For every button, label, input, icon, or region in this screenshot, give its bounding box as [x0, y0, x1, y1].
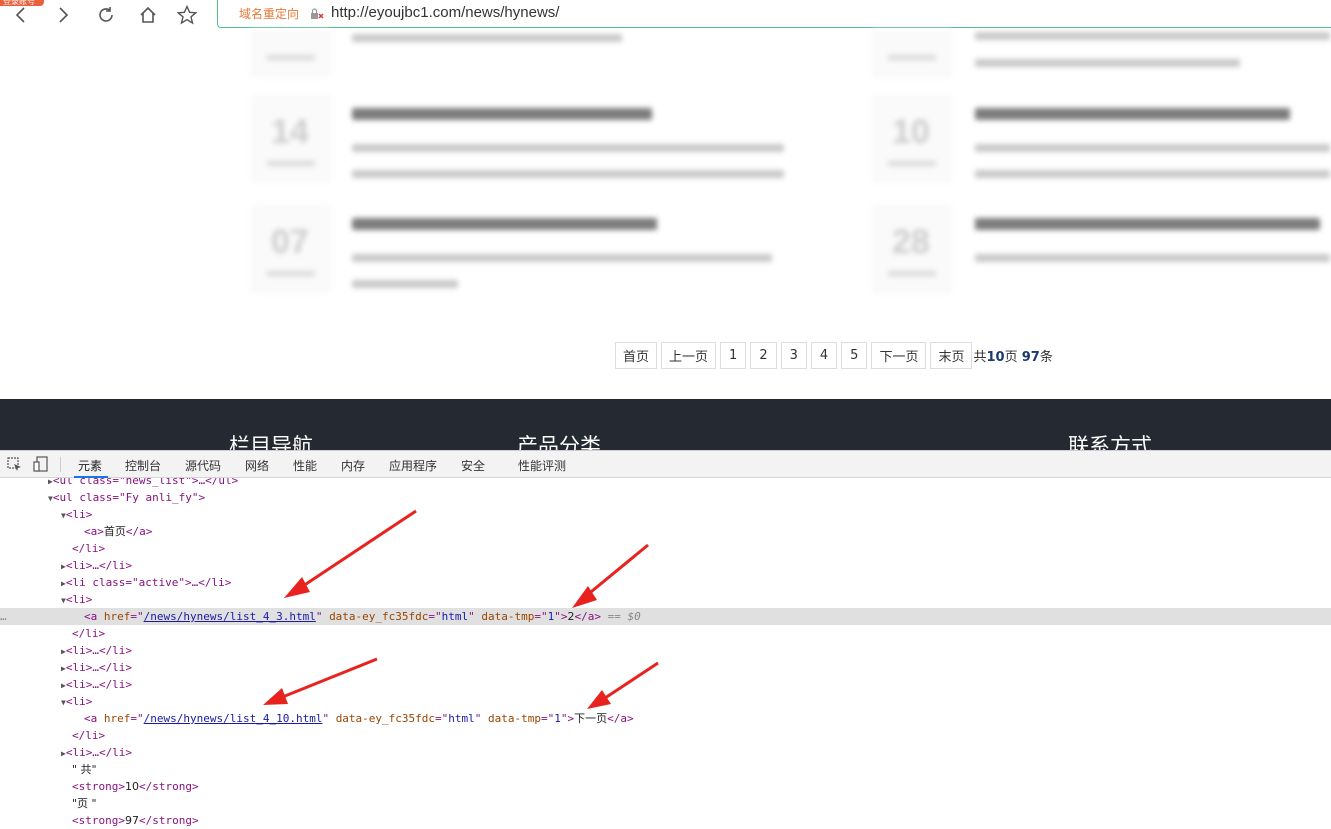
dom-node[interactable]: ▶<li class="active">…</li> — [0, 574, 1331, 591]
footer-heading-nav: 栏目导航 — [229, 434, 313, 451]
news-title — [352, 108, 652, 120]
dom-text-node[interactable]: "页 " — [0, 795, 1331, 812]
pagination: 首页 上一页 1 2 3 4 5 下一页 末页 共10页 97条 — [615, 342, 1053, 369]
news-line — [352, 34, 622, 42]
pagination-total: 共10页 97条 — [973, 350, 1053, 365]
pagination-page-5[interactable]: 5 — [841, 342, 868, 369]
tab-memory[interactable]: 内存 — [341, 457, 365, 474]
dom-text-node[interactable]: " 共" — [0, 761, 1331, 778]
dom-node[interactable]: <strong>10</strong> — [0, 778, 1331, 795]
dom-node[interactable]: ▶<li>…</li> — [0, 557, 1331, 574]
site-footer: 栏目导航 产品分类 联系方式 — [0, 399, 1331, 451]
dom-node[interactable]: ▼<li> — [0, 693, 1331, 710]
dom-node[interactable]: ▶<li>…</li> — [0, 676, 1331, 693]
browser-toolbar: 登录账号 域名重定向 http://eyoujbc1.com/news/hyne… — [0, 0, 1331, 30]
pagination-page-2[interactable]: 2 — [750, 342, 777, 369]
dom-node[interactable]: ▶<li>…</li> — [0, 744, 1331, 761]
dom-node[interactable]: ▼<li> — [0, 591, 1331, 608]
devtools-tabbar: 元素 控制台 源代码 网络 性能 内存 应用程序 安全 性能评测 — [0, 451, 1331, 478]
forward-icon[interactable] — [52, 4, 74, 26]
tab-performance[interactable]: 性能 — [293, 457, 317, 474]
news-line — [352, 170, 784, 178]
dom-node[interactable]: <a>首页</a> — [0, 523, 1331, 540]
dom-node[interactable]: ▼<ul class="Fy anli_fy"> — [0, 489, 1331, 506]
dom-node[interactable]: </li> — [0, 727, 1331, 744]
dom-node[interactable]: </li> — [0, 625, 1331, 642]
toolbar-separator — [60, 457, 61, 472]
news-line — [352, 280, 458, 288]
tab-sources[interactable]: 源代码 — [185, 457, 221, 474]
devtools-panel: 元素 控制台 源代码 网络 性能 内存 应用程序 安全 性能评测 ▶<ul cl… — [0, 450, 1331, 828]
more-actions-icon[interactable]: … — [0, 608, 7, 625]
pagination-page-3[interactable]: 3 — [780, 342, 807, 369]
pagination-last[interactable]: 末页 — [930, 342, 973, 369]
dom-node[interactable]: </li> — [0, 540, 1331, 557]
pagination-page-4[interactable]: 4 — [810, 342, 838, 369]
news-list-blurred: 14 10 07 28 — [0, 30, 1331, 330]
device-toolbar-icon[interactable] — [33, 456, 48, 475]
dom-tree: ▶<ul class="news_list">…</ul> ▼<ul class… — [0, 478, 1331, 829]
news-line — [975, 170, 1330, 178]
pagination-page-1[interactable]: 1 — [720, 342, 747, 369]
dom-node-selected[interactable]: … <a href="/news/hynews/list_4_3.html" da… — [0, 608, 1331, 625]
inspect-element-icon[interactable] — [7, 457, 22, 475]
url-text: http://eyoujbc1.com/news/hynews/ — [331, 4, 560, 21]
reload-icon[interactable] — [95, 4, 117, 26]
news-line — [975, 32, 1330, 40]
tab-network[interactable]: 网络 — [245, 457, 269, 474]
home-icon[interactable] — [137, 4, 159, 26]
tab-application[interactable]: 应用程序 — [389, 457, 437, 474]
news-line — [352, 254, 772, 262]
news-line — [975, 59, 1240, 67]
tab-elements[interactable]: 元素 — [78, 457, 102, 474]
dom-node[interactable]: ▼<li> — [0, 506, 1331, 523]
insecure-lock-icon[interactable] — [310, 6, 324, 20]
news-date-box: 28 — [873, 206, 951, 292]
dom-node[interactable]: <a href="/news/hynews/list_4_10.html" da… — [0, 710, 1331, 727]
news-title — [352, 218, 657, 230]
redirect-label: 域名重定向 — [239, 7, 300, 21]
pagination-prev[interactable]: 上一页 — [661, 342, 717, 369]
dom-node[interactable]: ▶<li>…</li> — [0, 659, 1331, 676]
news-date-box: 10 — [873, 96, 951, 182]
back-icon[interactable] — [10, 4, 32, 26]
pagination-first[interactable]: 首页 — [615, 342, 658, 369]
news-date-box: 07 — [252, 206, 330, 292]
tab-security[interactable]: 安全 — [461, 457, 485, 474]
news-date-box: 14 — [252, 96, 330, 182]
footer-heading-products: 产品分类 — [517, 434, 601, 451]
news-title — [975, 218, 1320, 230]
news-date-box — [252, 30, 330, 76]
tab-audits[interactable]: 性能评测 — [518, 457, 566, 474]
footer-heading-contact: 联系方式 — [1068, 434, 1152, 451]
news-date-box — [873, 30, 951, 76]
pagination-next[interactable]: 下一页 — [871, 342, 927, 369]
dom-node[interactable]: ▶<li>…</li> — [0, 642, 1331, 659]
dom-node[interactable]: ▶<ul class="news_list">…</ul> — [0, 478, 1331, 489]
address-bar[interactable]: 域名重定向 http://eyoujbc1.com/news/hynews/ — [217, 0, 1331, 28]
tab-console[interactable]: 控制台 — [125, 457, 161, 474]
bookmark-star-icon[interactable] — [176, 4, 198, 26]
dom-node[interactable]: <strong>97</strong> — [0, 812, 1331, 829]
news-line — [975, 144, 1330, 152]
news-title — [975, 108, 1290, 120]
news-line — [352, 144, 784, 152]
news-line — [975, 254, 1330, 262]
